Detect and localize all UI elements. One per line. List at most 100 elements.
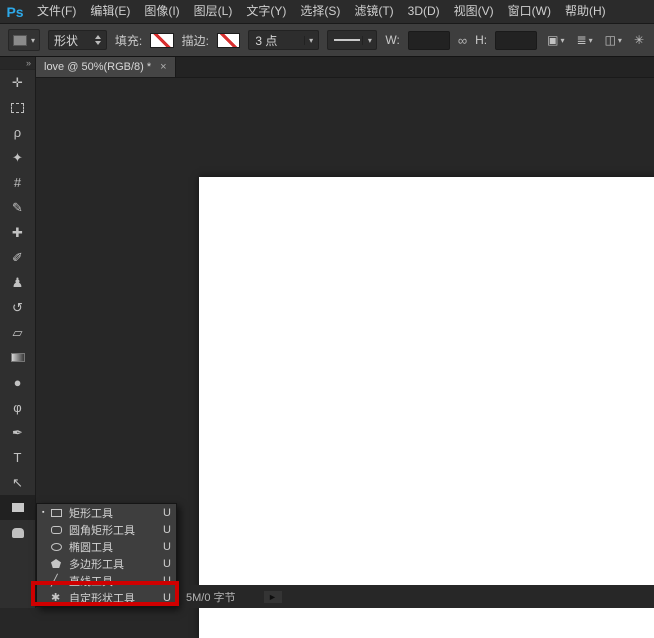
hand-icon [12,528,24,538]
stroke-label: 描边: [182,32,209,49]
rectangular-marquee-tool[interactable] [0,95,35,120]
history-brush-icon: ↺ [12,300,23,316]
type-tool[interactable]: T [0,445,35,470]
status-options-button[interactable]: ► [264,591,282,603]
stroke-color-swatch[interactable] [217,33,240,48]
eraser-icon: ▱ [13,325,23,341]
move-icon: ✛ [12,75,23,91]
path-arrangement-button[interactable]: ◫ ▾ [603,29,624,51]
dropdown-arrow-icon: ▾ [31,36,35,45]
photoshop-logo: Ps [0,4,30,20]
rounded-rectangle-icon [51,526,69,534]
tool-mode-select[interactable]: 形状 [48,30,107,50]
spinner-icon [95,35,101,45]
document-tab-bar: love @ 50%(RGB/8) * × [36,57,654,78]
pen-icon: ✒ [12,425,23,441]
shape-tool-flyout-menu: ▪ 矩形工具 U 圆角矩形工具 U 椭圆工具 U 多边形工具 U ╱ 直线工具 … [36,503,177,607]
flyout-item-rounded-rectangle-tool[interactable]: 圆角矩形工具 U [37,521,176,538]
path-selection-tool[interactable]: ↖ [0,470,35,495]
gear-icon: ✳ [634,33,644,47]
eyedropper-icon: ✎ [12,200,23,216]
lasso-tool[interactable]: ρ [0,120,35,145]
path-operations-icon: ▣ [547,33,558,47]
menu-edit[interactable]: 编辑(E) [83,0,137,23]
document-size-status: 5M/0 字节 [186,589,236,605]
menu-window[interactable]: 窗口(W) [501,0,558,23]
spot-healing-brush-tool[interactable]: ✚ [0,220,35,245]
shape-width-input[interactable] [408,31,450,50]
fill-label: 填充: [115,32,142,49]
triangle-right-icon: ► [268,592,277,602]
shape-options-button[interactable]: ✳ [632,29,646,51]
polygon-icon [51,559,69,568]
dropdown-arrow-icon: ▾ [589,36,593,45]
menu-filter[interactable]: 滤镜(T) [347,0,400,23]
tool-preset-picker[interactable]: ▾ [8,29,40,51]
height-label: H: [475,33,487,47]
menu-help[interactable]: 帮助(H) [558,0,613,23]
lasso-icon: ρ [14,125,21,140]
marquee-icon [11,103,24,113]
menu-file[interactable]: 文件(F) [30,0,83,23]
shape-tool[interactable] [0,495,35,520]
menu-3d[interactable]: 3D(D) [401,0,447,23]
healing-brush-icon: ✚ [12,225,23,241]
tool-mode-value: 形状 [54,32,78,49]
crop-tool[interactable]: # [0,170,35,195]
stroke-width-select[interactable]: 3 点 ▾ [248,30,318,50]
stroke-type-select[interactable]: ▾ [327,30,378,50]
tools-panel-collapse[interactable]: » [0,57,35,70]
brush-icon: ✐ [12,250,23,266]
dodge-icon: φ [13,400,21,415]
eraser-tool[interactable]: ▱ [0,320,35,345]
blur-icon: ● [14,375,22,390]
document-canvas[interactable] [199,177,654,638]
gradient-tool[interactable] [0,345,35,370]
fill-color-swatch[interactable] [150,33,173,48]
tool-options-bar: ▾ 形状 填充: 描边: 3 点 ▾ ▾ W: ∞ H: ▣ ▾ ≣ ▾ ◫ ▾… [0,24,654,57]
path-alignment-button[interactable]: ≣ ▾ [575,29,595,51]
double-chevron-icon: » [26,58,31,68]
clone-stamp-tool[interactable]: ♟ [0,270,35,295]
eyedropper-tool[interactable]: ✎ [0,195,35,220]
shape-height-input[interactable] [495,31,537,50]
menu-image[interactable]: 图像(I) [137,0,186,23]
menu-layer[interactable]: 图层(L) [187,0,240,23]
rectangle-shape-icon [12,503,24,512]
hand-tool[interactable] [0,520,35,545]
menu-type[interactable]: 文字(Y) [239,0,293,23]
gradient-icon [11,353,25,362]
menu-select[interactable]: 选择(S) [293,0,347,23]
brush-tool[interactable]: ✐ [0,245,35,270]
dodge-tool[interactable]: φ [0,395,35,420]
dropdown-arrow-icon: ▾ [304,36,318,45]
current-tool-marker-icon: ▪ [42,509,51,516]
flyout-item-line-tool[interactable]: ╱ 直线工具 U [37,572,176,589]
close-icon[interactable]: × [160,61,166,73]
path-arrangement-icon: ◫ [605,33,616,47]
document-tab[interactable]: love @ 50%(RGB/8) * × [36,57,176,77]
document-tab-title: love @ 50%(RGB/8) * [44,61,151,73]
width-label: W: [385,33,399,47]
stroke-width-value: 3 点 [249,32,283,49]
flyout-item-custom-shape-tool[interactable]: ✱ 自定形状工具 U [37,589,176,606]
link-dimensions-icon[interactable]: ∞ [458,33,467,48]
stroke-type-preview-icon [334,39,360,41]
crop-icon: # [14,175,21,190]
ellipse-icon [51,543,69,551]
blur-tool[interactable]: ● [0,370,35,395]
path-selection-icon: ↖ [12,475,23,491]
tool-preset-thumbnail-icon [13,35,27,46]
custom-shape-icon: ✱ [51,591,69,604]
history-brush-tool[interactable]: ↺ [0,295,35,320]
flyout-item-polygon-tool[interactable]: 多边形工具 U [37,555,176,572]
line-icon: ╱ [51,574,69,587]
pen-tool[interactable]: ✒ [0,420,35,445]
flyout-item-ellipse-tool[interactable]: 椭圆工具 U [37,538,176,555]
path-operations-button[interactable]: ▣ ▾ [545,29,566,51]
menu-view[interactable]: 视图(V) [447,0,501,23]
move-tool[interactable]: ✛ [0,70,35,95]
dropdown-arrow-icon: ▾ [362,36,376,45]
flyout-item-rectangle-tool[interactable]: ▪ 矩形工具 U [37,504,176,521]
quick-selection-tool[interactable]: ✦ [0,145,35,170]
